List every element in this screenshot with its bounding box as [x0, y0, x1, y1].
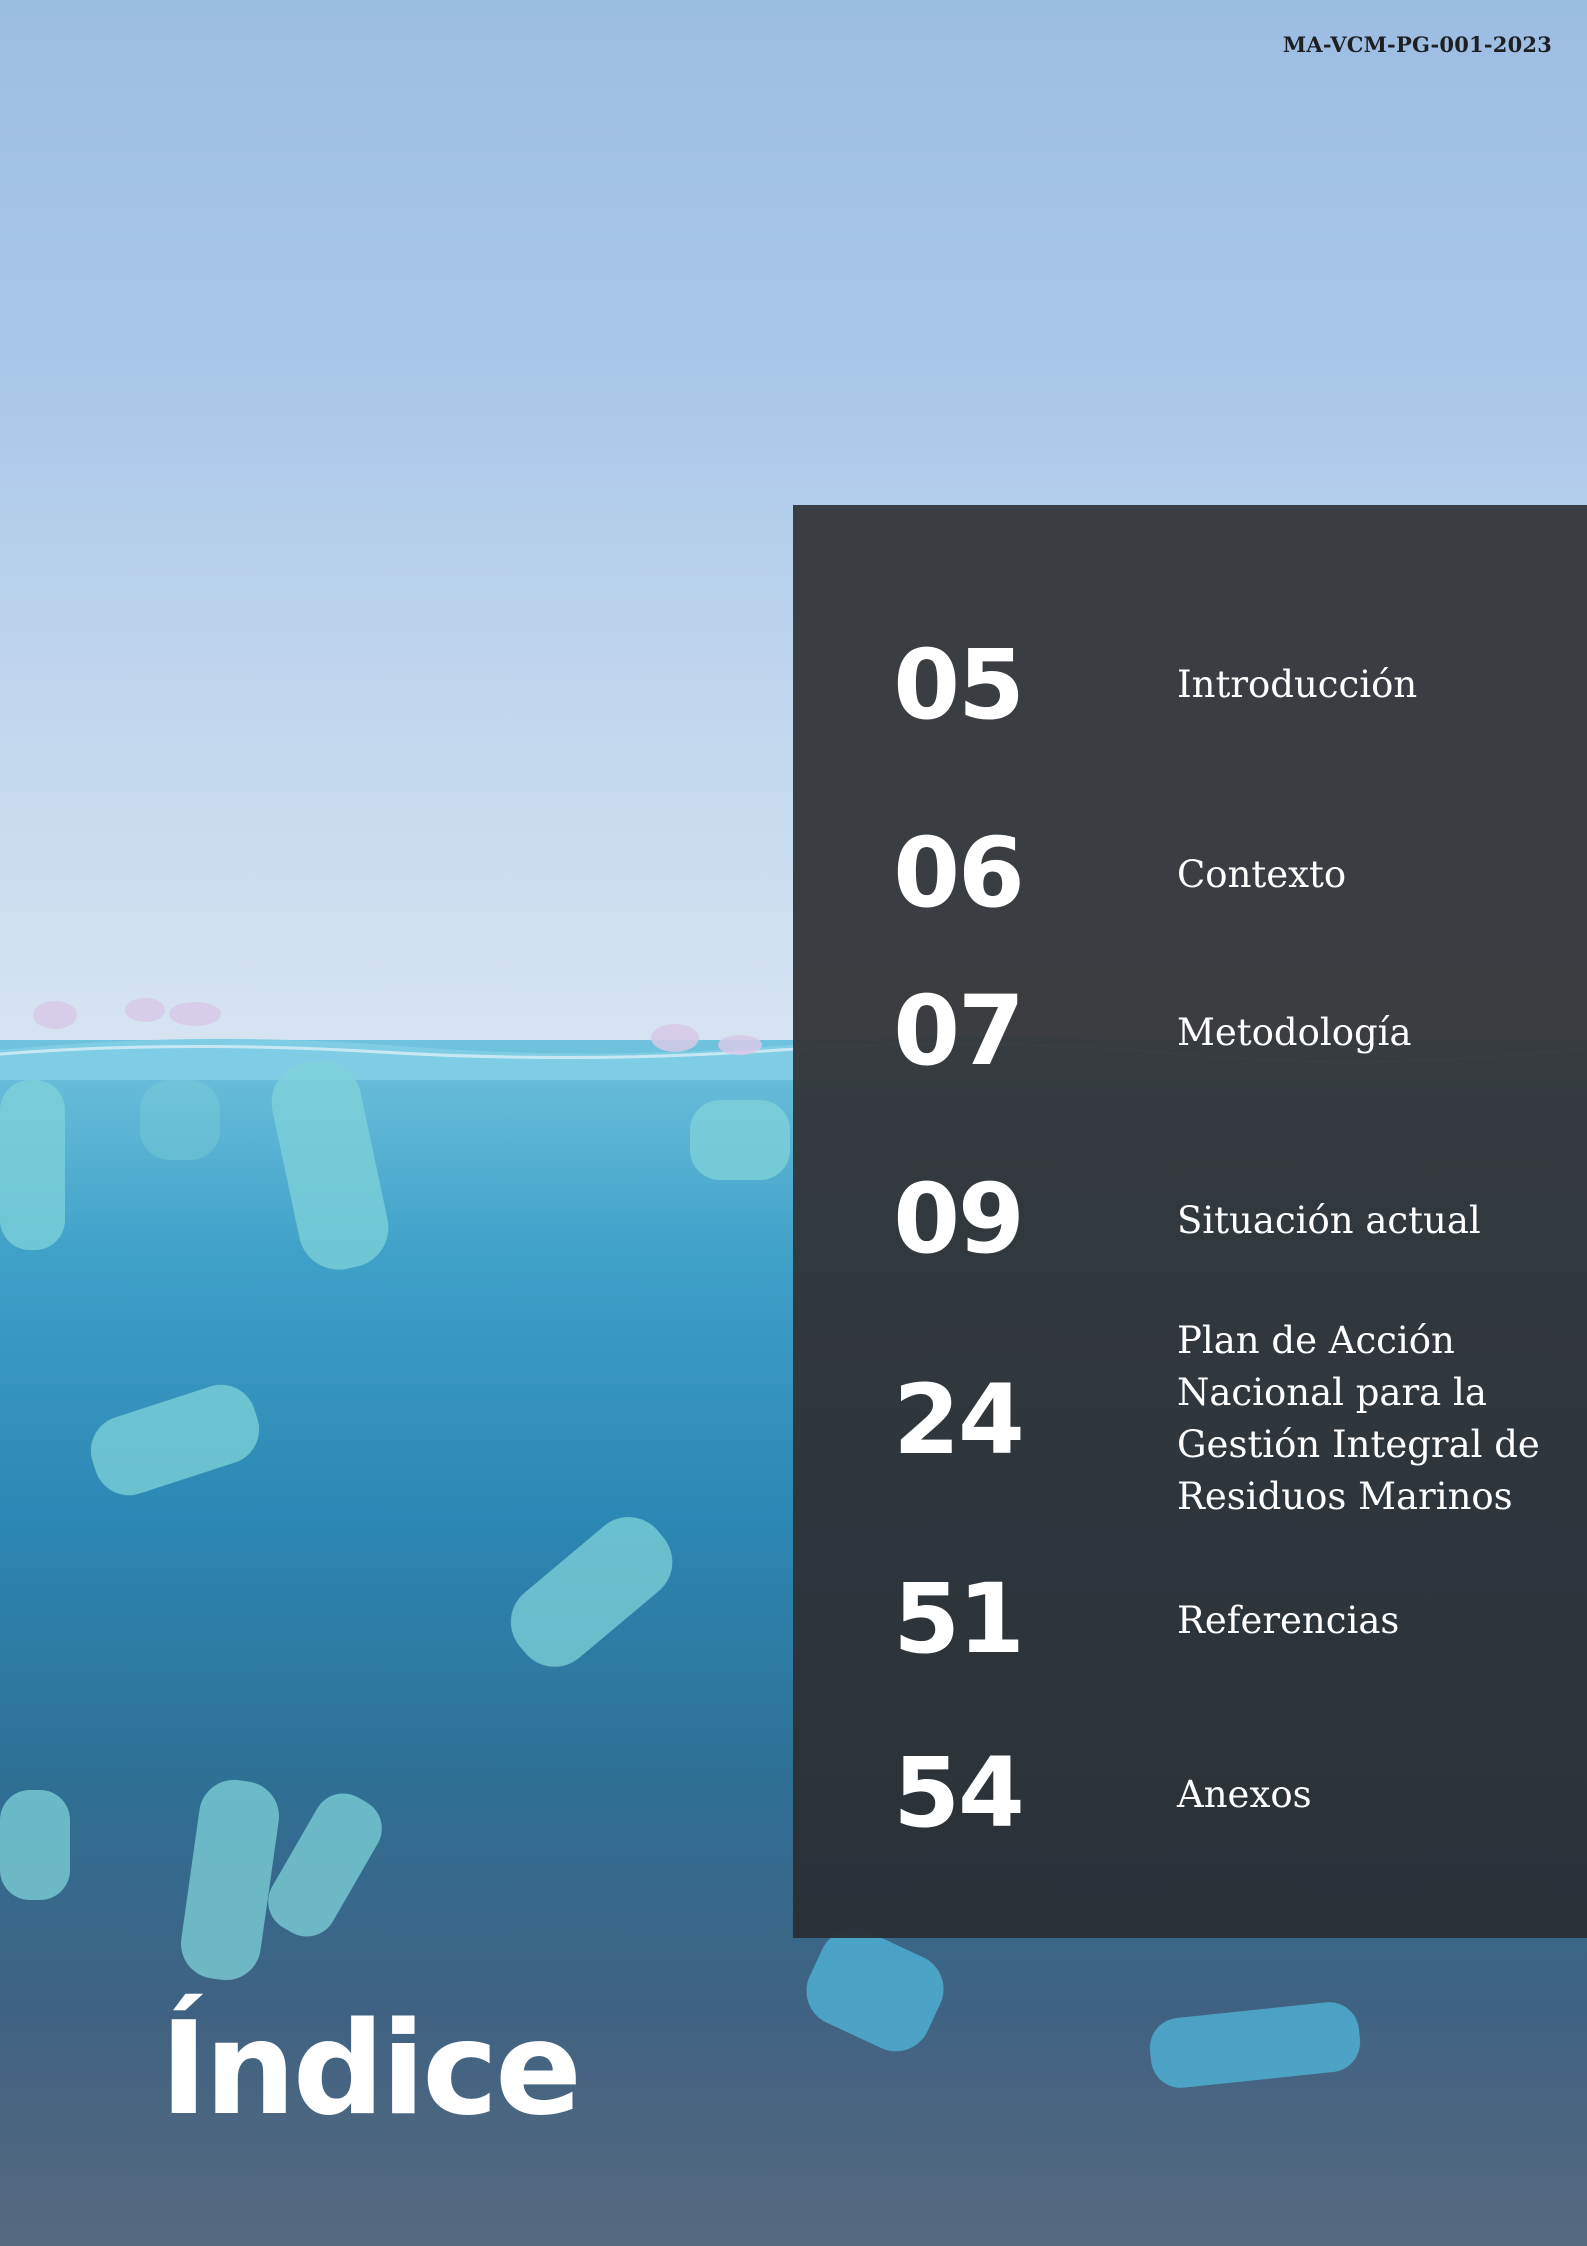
document-page: MA-VCM-PG-001-2023 05 Introducción 06 Co… — [0, 0, 1587, 2246]
toc-page-number: 06 — [893, 817, 1025, 929]
bottle-shape — [0, 1080, 65, 1250]
toc-title: Anexos — [1177, 1773, 1312, 1816]
toc-title: Situación actual — [1177, 1199, 1481, 1242]
floating-debris — [125, 998, 165, 1022]
toc-title: Introducción — [1177, 663, 1418, 706]
bottle-shape — [140, 1080, 220, 1160]
page-title: Índice — [160, 1995, 582, 2144]
document-code: MA-VCM-PG-001-2023 — [1282, 32, 1552, 57]
bottle-shape — [271, 1060, 389, 1270]
bottle-shape — [181, 1779, 279, 1981]
toc-page-number: 07 — [893, 975, 1025, 1087]
toc-page-number: 54 — [893, 1737, 1025, 1849]
floating-debris — [33, 1001, 77, 1029]
toc-title: Plan de Acción Nacional para la Gestión … — [1177, 1319, 1540, 1518]
bottle-shape — [690, 1100, 790, 1180]
floating-debris — [651, 1024, 699, 1052]
toc-page-number: 51 — [893, 1563, 1025, 1675]
bottle-shape — [806, 1928, 944, 2052]
floating-debris — [718, 1035, 762, 1055]
toc-page-number: 09 — [893, 1163, 1025, 1275]
bottle-shape — [90, 1384, 260, 1496]
toc-title: Referencias — [1177, 1599, 1400, 1642]
bottle-shape — [1149, 2002, 1361, 2088]
bottle-shape — [0, 1790, 70, 1900]
toc-title: Metodología — [1177, 1011, 1412, 1054]
toc-page-number: 05 — [893, 629, 1025, 741]
floating-debris — [169, 1002, 221, 1026]
toc-title: Contexto — [1177, 853, 1347, 896]
table-of-contents-panel: 05 Introducción 06 Contexto 07 Metodolog… — [793, 505, 1587, 1938]
bottle-shape — [510, 1517, 673, 1667]
toc-page-number: 24 — [893, 1364, 1025, 1476]
